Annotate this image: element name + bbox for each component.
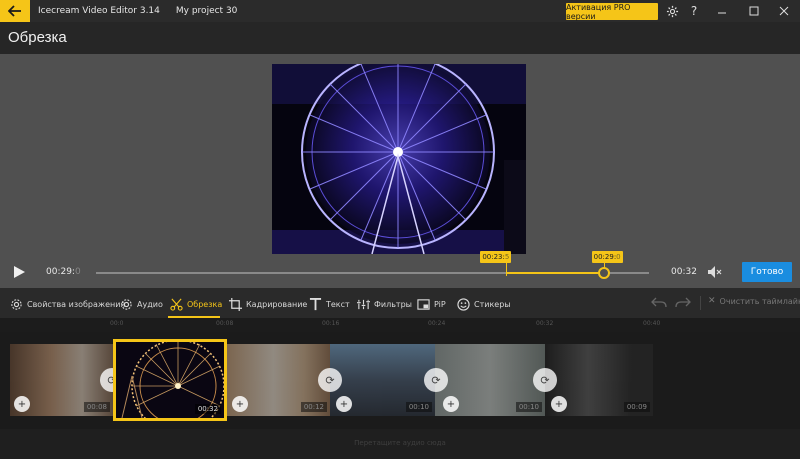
tool-crop-label: Кадрирование	[246, 299, 308, 309]
clip-menu-button[interactable]: +	[443, 396, 459, 412]
plus-icon: +	[235, 398, 245, 410]
tool-text[interactable]: Текст	[309, 296, 350, 312]
trim-start-label[interactable]: 00:23: 5	[480, 251, 512, 263]
plus-icon: +	[446, 398, 456, 410]
close-icon: ✕	[708, 296, 716, 306]
clip-duration: 00:10	[405, 402, 432, 412]
tool-audio[interactable]: Аудио	[120, 296, 163, 312]
smiley-icon	[457, 297, 470, 311]
end-time: 00:32	[671, 267, 697, 277]
play-icon[interactable]	[12, 265, 26, 279]
app-title: Icecream Video Editor 3.14	[38, 6, 160, 16]
current-time-main: 00:29:	[46, 267, 75, 277]
tool-image-props[interactable]: Свойства изображения	[10, 296, 125, 312]
transition-button[interactable]: ⟳	[424, 368, 448, 392]
tool-stickers[interactable]: Стикеры	[457, 296, 511, 312]
arrow-left-icon	[8, 5, 21, 17]
tool-crop[interactable]: Кадрирование	[229, 296, 307, 312]
tool-text-label: Текст	[326, 299, 350, 309]
transition-icon: ⟳	[325, 373, 335, 387]
trim-end-frac: 0	[616, 253, 621, 261]
undo-icon[interactable]	[651, 295, 667, 311]
clear-timeline-button[interactable]: ✕ Очистить таймлайн	[708, 296, 800, 306]
tool-trim-label: Обрезка	[187, 299, 223, 309]
gear-icon	[11, 298, 22, 310]
selected-clip-duration: 00:32	[194, 404, 221, 414]
tool-filters[interactable]: Фильтры	[357, 296, 412, 312]
clip-duration: 00:12	[300, 402, 327, 412]
playhead-knob[interactable]	[597, 267, 610, 279]
transition-icon: ⟳	[540, 373, 550, 387]
minimize-icon[interactable]	[714, 3, 730, 19]
close-icon[interactable]	[776, 3, 792, 19]
scissors-icon	[170, 298, 183, 311]
transition-icon: ⟳	[431, 373, 441, 387]
maximize-icon[interactable]	[746, 3, 762, 19]
trim-start-stem	[506, 262, 508, 276]
ruler-tick: 00:16	[322, 320, 340, 327]
audio-drop-hint: Перетащите аудио сюда	[354, 439, 446, 447]
edit-toolbar: Свойства изображения Аудио Обрезка Кадри…	[0, 288, 800, 318]
plus-icon: +	[339, 398, 349, 410]
trim-end-main: 00:29:	[593, 253, 617, 261]
crop-icon	[229, 297, 242, 311]
tool-stickers-label: Стикеры	[474, 299, 511, 309]
text-icon	[309, 297, 322, 310]
tool-filters-label: Фильтры	[374, 299, 412, 309]
ruler-tick: 00:08	[216, 320, 234, 327]
ferris-wheel-image	[272, 64, 526, 254]
done-button[interactable]: Готово	[742, 262, 792, 282]
preview-area	[0, 54, 800, 288]
clear-timeline-label: Очистить таймлайн	[719, 296, 800, 306]
transition-button[interactable]: ⟳	[533, 368, 557, 392]
clip-duration: 00:10	[515, 402, 542, 412]
filter-icon	[357, 299, 370, 309]
page-title: Обрезка	[8, 29, 67, 46]
trim-start-main: 00:23:	[482, 253, 505, 261]
pip-icon	[417, 298, 430, 310]
ruler-tick: 00:24	[428, 320, 446, 327]
ruler-tick: 00:0	[110, 320, 124, 327]
tool-image-props-label: Свойства изображения	[27, 299, 126, 309]
timeline-ruler: 00:0 00:08 00:16 00:24 00:32 00:40	[0, 318, 800, 332]
back-button[interactable]	[0, 0, 30, 22]
plus-icon: +	[17, 398, 27, 410]
audio-lane[interactable]: Перетащите аудио сюда	[0, 429, 800, 459]
clip-menu-button[interactable]: +	[14, 396, 30, 412]
redo-icon[interactable]	[675, 295, 691, 311]
clip-menu-button[interactable]: +	[232, 396, 248, 412]
transition-button[interactable]: ⟳	[318, 368, 342, 392]
clip-duration: 00:08	[83, 402, 110, 412]
project-title: My project 30	[175, 6, 238, 16]
tool-pip-label: PiP	[434, 299, 446, 309]
trim-end-label[interactable]: 00:29: 0	[591, 251, 623, 263]
trim-selection	[506, 272, 604, 274]
plus-icon: +	[554, 398, 564, 410]
tool-pip[interactable]: PiP	[417, 296, 446, 312]
title-bar: Icecream Video Editor 3.14 My project 30	[0, 0, 800, 22]
clip-duration: 00:09	[623, 402, 650, 412]
tool-trim[interactable]: Обрезка	[170, 296, 222, 312]
trim-start-frac: 5	[504, 253, 510, 261]
ruler-tick: 00:40	[643, 320, 661, 327]
video-preview	[272, 64, 526, 254]
gear-icon	[121, 298, 132, 310]
mute-icon[interactable]	[706, 264, 722, 280]
help-icon[interactable]: ?	[686, 3, 702, 19]
toolbar-separator	[700, 296, 701, 310]
current-time: 00:29:0	[46, 267, 81, 277]
clip-menu-button[interactable]: +	[551, 396, 567, 412]
clip-menu-button[interactable]: +	[336, 396, 352, 412]
ruler-tick: 00:32	[536, 320, 554, 327]
current-time-frac: 0	[74, 267, 81, 277]
selected-clip[interactable]: 00:32	[113, 339, 227, 421]
settings-gear-icon[interactable]	[664, 3, 680, 19]
pro-activation-button[interactable]: Активация PRO версии	[566, 3, 658, 21]
tool-audio-label: Аудио	[137, 299, 163, 309]
page-header: Обрезка	[0, 22, 800, 54]
